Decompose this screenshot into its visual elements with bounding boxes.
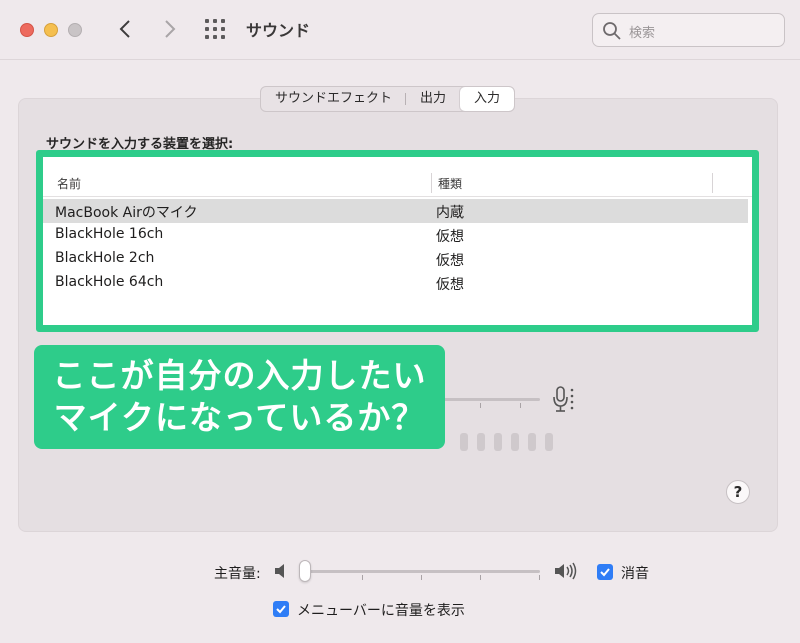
device-type: 仮想 [436,229,464,245]
column-divider [712,173,713,193]
device-type: 仮想 [436,253,464,269]
minimize-window-button[interactable] [44,23,58,37]
show-volume-in-menubar-label: メニューバーに音量を表示 [297,603,465,619]
device-name: BlackHole 64ch [55,274,164,290]
callout-annotation: ここが自分の入力したい マイクになっているか？ [34,345,445,449]
callout-line-1: ここが自分の入力したい [52,356,427,395]
callout-line-2: マイクになっているか？ [53,398,426,437]
table-row[interactable]: BlackHole 64ch 仮想 [43,271,748,295]
help-button[interactable]: ? [726,480,750,504]
speaker-high-icon [555,562,577,580]
tab-input[interactable]: 入力 [460,87,515,111]
table-row[interactable]: BlackHole 16ch 仮想 [43,223,748,247]
device-name: BlackHole 2ch [55,250,155,266]
mute-checkbox[interactable] [597,564,613,580]
slider-tick [480,403,481,408]
slider-tick [421,575,422,580]
search-icon [603,22,621,40]
device-name: BlackHole 16ch [55,226,164,242]
microphone-icon [553,386,574,412]
show-volume-in-menubar-checkbox[interactable] [273,601,289,617]
table-header: 名前 種類 [43,169,752,197]
chevron-left-icon [119,20,130,38]
column-header-name[interactable]: 名前 [57,175,81,192]
output-volume-label: 主音量: [214,566,261,582]
checkmark-icon [276,605,286,614]
window-title: サウンド [246,21,311,40]
slider-tick [539,575,540,580]
show-all-grid-button[interactable] [205,19,227,41]
output-volume-knob[interactable] [299,560,311,582]
tab-sound-effects[interactable]: サウンドエフェクト [261,87,407,111]
input-level-meter [460,433,553,451]
slider-tick [520,403,521,408]
tab-bar: サウンドエフェクト 出力 入力 [260,86,516,112]
column-header-type[interactable]: 種類 [438,175,462,192]
back-button[interactable] [112,15,138,43]
slider-tick [480,575,481,580]
device-type: 内蔵 [436,205,464,221]
tab-output[interactable]: 出力 [406,87,460,111]
device-name: MacBook Airのマイク [55,205,198,221]
search-input[interactable]: 検索 [592,13,785,47]
device-type: 仮想 [436,277,464,293]
checkmark-icon [600,568,610,577]
close-window-button[interactable] [20,23,34,37]
mute-label: 消音 [621,566,649,582]
output-volume-slider[interactable] [300,570,540,573]
forward-button[interactable] [157,15,183,43]
chevron-right-icon [165,20,176,38]
search-placeholder: 検索 [629,26,656,41]
titlebar: サウンド 検索 [0,0,800,60]
device-table-highlight: 名前 種類 MacBook Airのマイク 内蔵 BlackHole 16ch … [36,150,759,332]
speaker-low-icon [275,564,284,578]
zoom-window-button[interactable] [68,23,82,37]
slider-tick [362,575,363,580]
input-volume-slider[interactable] [440,398,540,401]
table-row[interactable]: BlackHole 2ch 仮想 [43,247,748,271]
column-divider [431,173,432,193]
table-row[interactable]: MacBook Airのマイク 内蔵 [43,199,748,223]
